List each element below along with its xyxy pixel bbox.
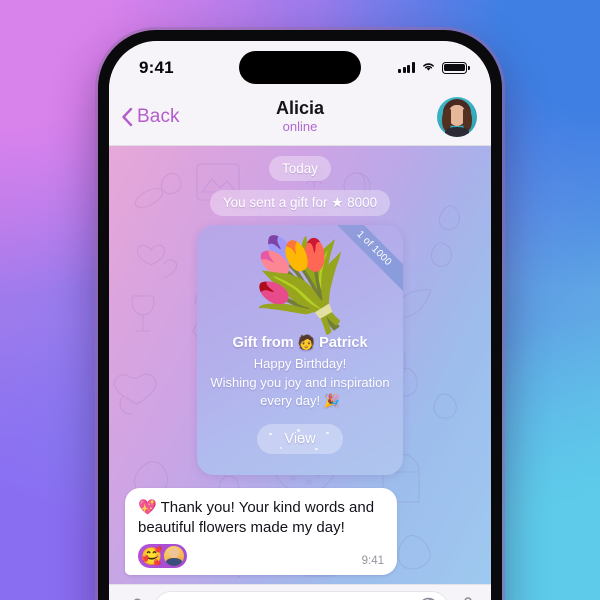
gift-from-prefix: Gift from <box>232 335 294 352</box>
status-bar-clock: 9:41 <box>139 57 174 77</box>
battery-icon <box>442 61 470 74</box>
paperclip-icon[interactable] <box>123 596 144 600</box>
date-separator-row: Today <box>125 156 475 181</box>
message-composer-bar <box>109 584 491 600</box>
chat-header: Back Alicia online <box>109 88 491 146</box>
wallpaper-background: 9:41 Back Alicia online Today You sent a… <box>0 0 600 600</box>
gift-sender-name: Patrick <box>319 335 368 352</box>
gift-message-line-3: every day! 🎉 <box>260 393 340 409</box>
message-reaction-pill[interactable]: 🥰 <box>138 544 188 569</box>
message-input-wrapper[interactable] <box>154 590 449 600</box>
dynamic-island <box>239 51 361 84</box>
gift-message-line-2: Wishing you joy and inspiration <box>210 374 390 390</box>
chat-message-area[interactable]: Today You sent a gift for ★ 8000 1 of 10… <box>109 146 491 584</box>
date-separator: Today <box>268 156 332 181</box>
sparkle-4 <box>326 431 329 434</box>
avatar-shoulders <box>445 126 469 137</box>
phone-screen: 9:41 Back Alicia online Today You sent a… <box>109 41 491 600</box>
incoming-message-bubble[interactable]: 💖 Thank you! Your kind words and beautif… <box>125 487 397 576</box>
bouquet-of-roses-icon: 💐 <box>245 235 355 334</box>
back-button-label: Back <box>137 105 180 127</box>
status-bar-icons <box>397 59 470 77</box>
sparkle-2 <box>280 446 283 449</box>
chevron-left-icon <box>121 107 133 127</box>
microphone-icon[interactable] <box>459 596 477 600</box>
gift-sender-line: Gift from 🧑 Patrick <box>209 334 391 351</box>
view-gift-button[interactable]: View <box>257 423 343 454</box>
chat-content: Today You sent a gift for ★ 8000 1 of 10… <box>109 146 491 584</box>
incoming-message-body: Thank you! Your kind words and beautiful… <box>138 498 375 536</box>
sparkle-5 <box>314 447 318 451</box>
contact-avatar[interactable] <box>437 96 477 137</box>
back-button[interactable]: Back <box>121 106 180 128</box>
sender-avatar-emoji: 🧑 <box>297 334 316 351</box>
revolving-hearts-icon: 💖 <box>138 498 157 516</box>
cellular-signal-icon <box>397 62 415 73</box>
smiling-face-with-hearts-icon: 🥰 <box>141 546 163 566</box>
service-message-row: You sent a gift for ★ 8000 <box>125 190 475 216</box>
gift-message-line-1: Happy Birthday! <box>253 356 347 372</box>
view-gift-button-label: View <box>284 430 316 447</box>
gift-card[interactable]: 1 of 1000 💐 Gift from 🧑 Patrick Happy Bi… <box>197 225 403 475</box>
message-timestamp: 9:41 <box>361 555 384 568</box>
sparkle-1 <box>269 432 272 436</box>
phone-device-frame: 9:41 Back Alicia online Today You sent a… <box>98 30 502 600</box>
incoming-message-text: 💖 Thank you! Your kind words and beautif… <box>138 498 384 538</box>
incoming-message-row: 💖 Thank you! Your kind words and beautif… <box>125 487 475 576</box>
sparkle-6 <box>302 438 305 441</box>
wifi-icon <box>421 59 436 77</box>
message-footer: 🥰 9:41 <box>138 544 384 569</box>
reactor-avatar <box>164 546 185 567</box>
gift-service-message[interactable]: You sent a gift for ★ 8000 <box>209 190 391 216</box>
status-bar: 9:41 <box>109 41 491 88</box>
